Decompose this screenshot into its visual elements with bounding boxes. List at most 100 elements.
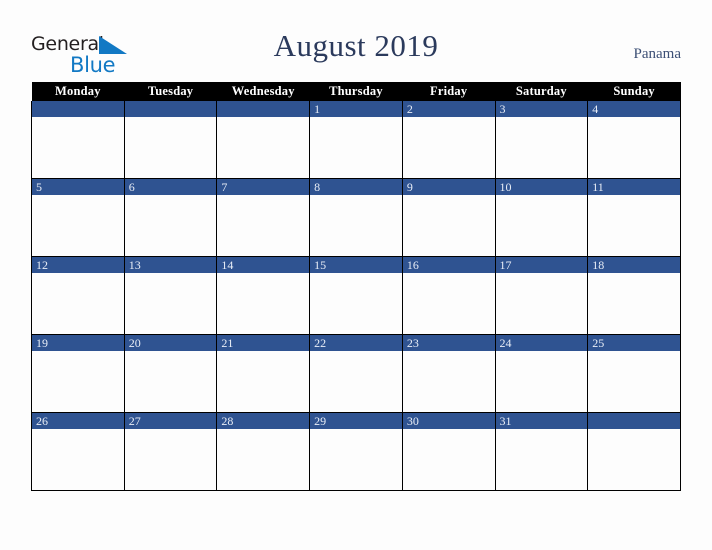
day-event-area[interactable]	[310, 273, 402, 333]
day-number: 27	[124, 413, 217, 429]
day-event-area[interactable]	[402, 195, 495, 255]
day-number: 13	[124, 257, 217, 273]
calendar-day-cell[interactable]: 26	[31, 412, 125, 491]
day-event-area[interactable]	[310, 117, 402, 177]
calendar-day-cell[interactable]: 5	[31, 178, 125, 257]
day-event-area[interactable]	[217, 429, 310, 489]
day-number: 20	[124, 335, 217, 351]
day-event-area[interactable]	[402, 273, 495, 333]
day-number: 12	[32, 257, 124, 273]
calendar-day-cell[interactable]: 9	[401, 178, 496, 257]
day-number	[124, 101, 217, 117]
day-event-area[interactable]	[495, 273, 588, 333]
day-number: 21	[217, 335, 310, 351]
calendar-day-cell[interactable]: 25	[587, 334, 681, 413]
day-event-area[interactable]	[310, 429, 402, 489]
day-number: 26	[32, 413, 124, 429]
day-event-area[interactable]	[32, 351, 124, 411]
day-event-area[interactable]	[124, 429, 217, 489]
day-event-area[interactable]	[217, 273, 310, 333]
calendar-day-cell[interactable]: 23	[401, 334, 496, 413]
calendar-page: General Blue August 2019 Panama Monday T…	[0, 0, 712, 550]
day-event-area[interactable]	[495, 351, 588, 411]
calendar-day-cell[interactable]: 8	[309, 178, 403, 257]
calendar-day-cell[interactable]: 16	[401, 256, 496, 335]
day-event-area[interactable]	[402, 117, 495, 177]
calendar-day-cell[interactable]: 30	[401, 412, 496, 491]
day-event-area[interactable]	[402, 351, 495, 411]
calendar-week-row: 19 20 21 22 23 24 25	[31, 334, 681, 413]
day-event-area[interactable]	[124, 351, 217, 411]
calendar-day-cell[interactable]: 11	[587, 178, 681, 257]
day-number: 4	[588, 101, 680, 117]
country-label: Panama	[633, 46, 681, 62]
weekday-header-row: Monday Tuesday Wednesday Thursday Friday…	[31, 82, 681, 101]
day-number: 15	[310, 257, 402, 273]
calendar-day-cell[interactable]: 6	[123, 178, 218, 257]
calendar-day-cell[interactable]: 13	[123, 256, 218, 335]
calendar-day-cell[interactable]: 27	[123, 412, 218, 491]
calendar-day-cell[interactable]: 19	[31, 334, 125, 413]
day-event-area[interactable]	[588, 351, 680, 411]
day-number: 5	[32, 179, 124, 195]
calendar-day-cell[interactable]	[587, 412, 681, 491]
day-event-area[interactable]	[310, 195, 402, 255]
weekday-header-saturday: Saturday	[495, 82, 588, 101]
calendar-day-cell[interactable]: 7	[216, 178, 311, 257]
weekday-header-friday: Friday	[402, 82, 496, 101]
day-event-area[interactable]	[588, 273, 680, 333]
calendar-day-cell[interactable]: 29	[309, 412, 403, 491]
calendar-day-cell[interactable]: 4	[587, 101, 681, 179]
day-number	[217, 101, 310, 117]
day-number: 9	[402, 179, 495, 195]
day-event-area[interactable]	[32, 117, 124, 177]
calendar-day-cell[interactable]: 12	[31, 256, 125, 335]
day-number	[32, 101, 124, 117]
day-number: 30	[402, 413, 495, 429]
day-event-area[interactable]	[124, 195, 217, 255]
day-event-area[interactable]	[217, 195, 310, 255]
calendar-day-cell[interactable]: 10	[494, 178, 589, 257]
day-number: 1	[310, 101, 402, 117]
calendar-day-cell[interactable]: 15	[309, 256, 403, 335]
calendar-day-cell[interactable]: 28	[216, 412, 311, 491]
day-number: 18	[588, 257, 680, 273]
day-number: 23	[402, 335, 495, 351]
day-event-area[interactable]	[588, 117, 680, 177]
day-event-area[interactable]	[32, 429, 124, 489]
day-number: 24	[495, 335, 588, 351]
weekday-header-thursday: Thursday	[309, 82, 403, 101]
calendar-day-cell[interactable]: 31	[494, 412, 589, 491]
day-event-area[interactable]	[217, 351, 310, 411]
calendar-day-cell[interactable]	[31, 101, 125, 179]
day-event-area[interactable]	[124, 273, 217, 333]
calendar-day-cell[interactable]: 2	[401, 101, 496, 179]
day-number: 22	[310, 335, 402, 351]
day-event-area[interactable]	[32, 195, 124, 255]
day-event-area[interactable]	[217, 117, 310, 177]
day-event-area[interactable]	[588, 429, 680, 489]
calendar-day-cell[interactable]: 18	[587, 256, 681, 335]
calendar-day-cell[interactable]: 24	[494, 334, 589, 413]
calendar-day-cell[interactable]: 20	[123, 334, 218, 413]
day-event-area[interactable]	[495, 117, 588, 177]
calendar-day-cell[interactable]: 3	[494, 101, 589, 179]
calendar-day-cell[interactable]	[216, 101, 311, 179]
day-number: 3	[495, 101, 588, 117]
day-event-area[interactable]	[402, 429, 495, 489]
day-event-area[interactable]	[495, 195, 588, 255]
day-event-area[interactable]	[310, 351, 402, 411]
calendar-day-cell[interactable]: 17	[494, 256, 589, 335]
calendar-day-cell[interactable]: 1	[309, 101, 403, 179]
calendar-day-cell[interactable]	[123, 101, 218, 179]
day-number: 6	[124, 179, 217, 195]
calendar-day-cell[interactable]: 14	[216, 256, 311, 335]
day-event-area[interactable]	[588, 195, 680, 255]
day-number: 11	[588, 179, 680, 195]
day-event-area[interactable]	[124, 117, 217, 177]
calendar-day-cell[interactable]: 21	[216, 334, 311, 413]
day-number: 16	[402, 257, 495, 273]
calendar-day-cell[interactable]: 22	[309, 334, 403, 413]
day-event-area[interactable]	[32, 273, 124, 333]
day-event-area[interactable]	[495, 429, 588, 489]
